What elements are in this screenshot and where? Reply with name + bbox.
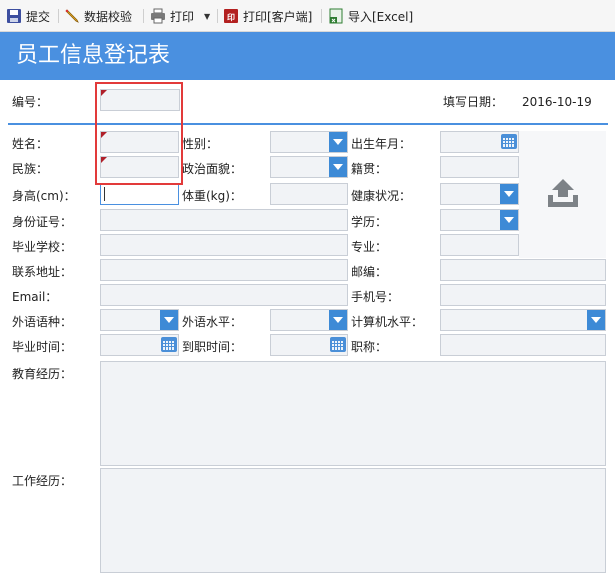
label-postcode: 邮编： [351, 265, 388, 279]
id-number-field[interactable] [100, 209, 348, 231]
fill-date-value: 2016-10-19 [522, 95, 592, 109]
work-history-textarea[interactable] [100, 468, 606, 573]
label-number: 编号： [12, 95, 49, 109]
gender-select[interactable] [270, 131, 348, 153]
chevron-down-icon[interactable] [160, 310, 178, 330]
calendar-icon[interactable] [330, 337, 346, 352]
edu-history-textarea[interactable] [100, 361, 606, 466]
label-grad-time: 毕业时间： [12, 340, 73, 354]
upload-icon [546, 177, 580, 212]
label-major: 专业： [351, 240, 388, 254]
validate-button[interactable]: 数据校验 [64, 7, 132, 25]
calendar-icon[interactable] [501, 134, 517, 149]
print-button[interactable]: 打印 ▼ [150, 7, 210, 25]
chevron-down-icon[interactable] [329, 157, 347, 177]
label-birth: 出生年月： [351, 137, 412, 151]
computer-level-select[interactable] [440, 309, 606, 331]
pencil-icon [64, 8, 80, 24]
print-client-label: 打印[客户端] [243, 9, 313, 24]
calendar-icon[interactable] [161, 337, 177, 352]
native-place-field[interactable] [440, 156, 519, 178]
chevron-down-icon[interactable] [500, 210, 518, 230]
lang-type-select[interactable] [100, 309, 179, 331]
header-divider [8, 123, 608, 125]
politics-select[interactable] [270, 156, 348, 178]
chevron-down-icon[interactable] [587, 310, 605, 330]
address-field[interactable] [100, 259, 348, 281]
pdf-print-icon: 印 [223, 8, 239, 24]
form-title: 员工信息登记表 [0, 32, 615, 80]
print-client-button[interactable]: 印 打印[客户端] [223, 7, 312, 25]
label-mobile: 手机号： [351, 290, 400, 304]
chevron-down-icon[interactable] [329, 132, 347, 152]
postcode-field[interactable] [440, 259, 606, 281]
health-select[interactable] [440, 183, 519, 205]
label-edu-history: 教育经历： [12, 367, 73, 381]
label-title-rank: 职称： [351, 340, 388, 354]
toolbar-separator [321, 9, 322, 23]
label-join-time: 到职时间： [182, 340, 243, 354]
submit-label: 提交 [26, 9, 51, 24]
label-address: 联系地址： [12, 265, 73, 279]
join-time-field[interactable] [270, 334, 348, 356]
submit-button[interactable]: 提交 [6, 7, 50, 25]
print-dropdown-caret-icon[interactable]: ▼ [204, 12, 210, 21]
grad-time-field[interactable] [100, 334, 179, 356]
toolbar-separator [58, 9, 59, 23]
label-education: 学历： [351, 215, 388, 229]
label-weight: 体重(kg)： [182, 189, 242, 203]
import-excel-button[interactable]: 导入[Excel] [328, 7, 413, 25]
label-lang-type: 外语语种： [12, 315, 73, 329]
save-icon [6, 8, 22, 24]
school-field[interactable] [100, 234, 348, 256]
name-field[interactable] [100, 131, 179, 153]
label-politics: 政治面貌： [182, 162, 243, 176]
label-health: 健康状况： [351, 189, 412, 203]
toolbar-separator [143, 9, 144, 23]
chevron-down-icon[interactable] [500, 184, 518, 204]
education-select[interactable] [440, 209, 519, 231]
excel-import-icon [328, 8, 344, 24]
validate-label: 数据校验 [84, 9, 133, 24]
mobile-field[interactable] [440, 284, 606, 306]
toolbar: 提交 数据校验 打印 ▼ 印 打印[客户端] 导入[Excel] [0, 0, 615, 32]
email-field[interactable] [100, 284, 348, 306]
svg-text:印: 印 [227, 12, 235, 22]
number-field[interactable] [100, 89, 180, 111]
label-gender: 性别： [182, 137, 219, 151]
lang-level-select[interactable] [270, 309, 348, 331]
major-field[interactable] [440, 234, 519, 256]
import-excel-label: 导入[Excel] [348, 9, 414, 24]
height-field[interactable] [100, 183, 179, 205]
label-lang-level: 外语水平： [182, 315, 243, 329]
printer-icon [150, 8, 166, 24]
label-fill-date: 填写日期： [443, 95, 504, 109]
label-work-history: 工作经历： [12, 474, 73, 488]
print-label: 打印 [170, 9, 195, 24]
label-ethnicity: 民族： [12, 162, 49, 176]
birth-date-field[interactable] [440, 131, 519, 153]
label-school: 毕业学校： [12, 240, 73, 254]
label-native-place: 籍贯： [351, 162, 388, 176]
weight-field[interactable] [270, 183, 348, 205]
ethnicity-field[interactable] [100, 156, 179, 178]
label-name: 姓名： [12, 137, 49, 151]
toolbar-separator [217, 9, 218, 23]
label-email: Email： [12, 290, 58, 304]
chevron-down-icon[interactable] [329, 310, 347, 330]
label-computer-level: 计算机水平： [351, 315, 424, 329]
photo-upload-area[interactable] [519, 131, 606, 258]
title-rank-field[interactable] [440, 334, 606, 356]
label-height: 身高(cm)： [12, 189, 76, 203]
label-id-number: 身份证号： [12, 215, 73, 229]
